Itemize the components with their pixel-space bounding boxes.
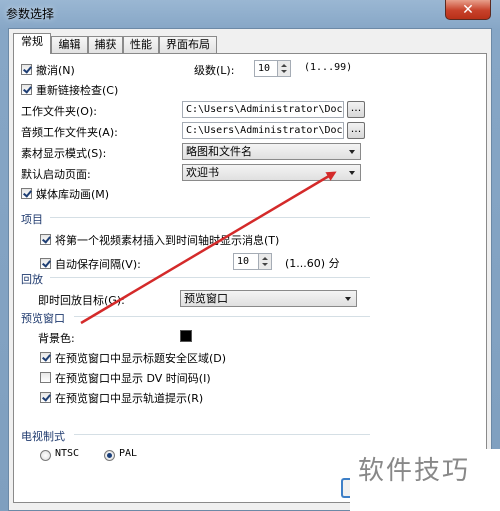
- tab-general[interactable]: 常规: [13, 33, 51, 54]
- annotation-arrow: [80, 171, 337, 325]
- annotation-arrow-line: [80, 171, 337, 325]
- preferences-window: 参数选择 ✕ 常规 编辑 捕获 性能 界面布局 撤消(N) 级数(L): 10 …: [0, 0, 500, 511]
